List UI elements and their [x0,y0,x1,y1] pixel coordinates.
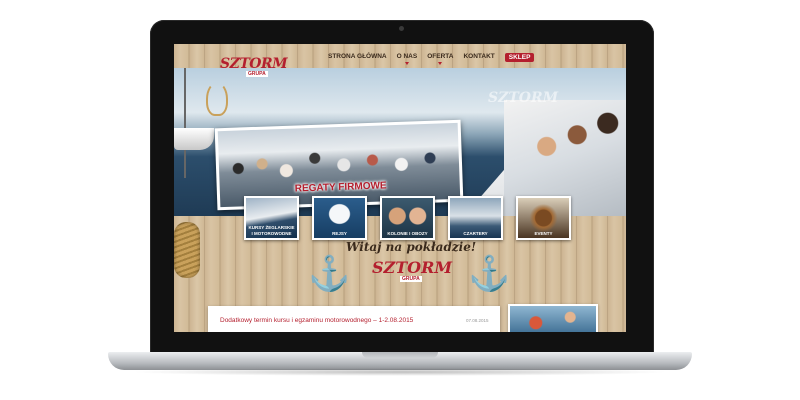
center-logo: SZTORM GRUPA [370,258,453,288]
tile-courses-label: KURSY ŻEGLARSKIE I MOTOROWODNE [248,225,295,236]
news-thumbnail-image [510,306,596,332]
news-thumbnail[interactable] [508,304,598,332]
mast-image [184,68,186,178]
logo-sub: GRUPA [246,71,268,77]
center-logo-text: SZTORM [372,258,453,277]
center-logo-sub: GRUPA [400,276,422,282]
tile-events-label: EVENTY [534,230,553,236]
tile-courses[interactable]: KURSY ŻEGLARSKIE I MOTOROWODNE [244,196,299,240]
laptop-shadow [130,368,670,376]
category-tiles: KURSY ŻEGLARSKIE I MOTOROWODNE REJSY KOL… [244,196,571,240]
rope-icon [174,222,200,278]
news-title[interactable]: Dodatkowy termin kursu i egzaminu motoro… [220,317,413,324]
group-photo [217,122,461,208]
hanging-anchor-icon [206,82,228,116]
welcome-heading: Witaj na pokładzie! [346,240,477,254]
nav-shop-button[interactable]: SKLEP [504,53,535,62]
tile-events[interactable]: EVENTY [516,196,571,240]
laptop-notch [362,352,438,358]
boat-image [174,128,214,150]
logo-text: SZTORM [220,56,288,72]
tile-charters[interactable]: CZARTERY [448,196,503,240]
nav-contact[interactable]: KONTAKT [463,53,494,62]
nav-offer[interactable]: OFERTA [427,53,453,65]
hero-banner: SZTORM REGATY FIRMOWE [174,68,626,216]
news-date: 07.08.2015 [466,318,489,323]
website-screen: SZTORM REGATY FIRMOWE STRONA GŁÓWNA O NA… [174,44,626,332]
nav-home[interactable]: STRONA GŁÓWNA [328,53,387,62]
anchor-icon: ⚓ [308,255,351,293]
tile-camps-label: KOLONIE I OBOZY [387,230,428,236]
site-logo[interactable]: SZTORM GRUPA [220,50,288,84]
nav-menu: STRONA GŁÓWNA O NAS OFERTA KONTAKT SKLEP [328,53,535,65]
tile-cruises[interactable]: REJSY [312,196,367,240]
hero-watermark-logo: SZTORM [488,90,559,106]
news-item[interactable]: Dodatkowy termin kursu i egzaminu motoro… [208,306,500,332]
nav-about[interactable]: O NAS [397,53,417,65]
camera-dot [399,26,404,31]
tile-cruises-label: REJSY [332,230,347,236]
anchor-icon: ⚓ [468,255,511,293]
tile-charters-label: CZARTERY [463,230,488,236]
tile-camps[interactable]: KOLONIE I OBOZY [380,196,435,240]
